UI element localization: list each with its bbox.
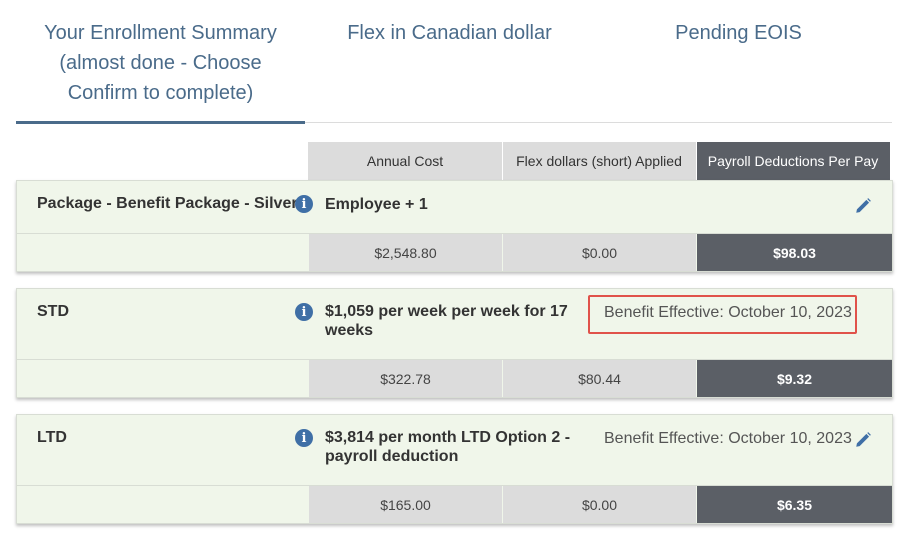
payroll-deduction-value: $98.03 — [697, 234, 892, 271]
active-tab-indicator — [16, 121, 305, 124]
annual-cost-value: $322.78 — [309, 360, 502, 397]
flex-applied-value: $0.00 — [503, 486, 696, 523]
payroll-deduction-value: $6.35 — [697, 486, 892, 523]
table-row: $322.78 $80.44 $9.32 — [17, 359, 892, 397]
tab-pending-eois[interactable]: Pending EOIS — [594, 18, 883, 48]
info-icon[interactable]: i — [295, 195, 313, 213]
benefit-description: $1,059 per week per week for 17 weeks — [325, 303, 568, 339]
tab-enrollment-summary[interactable]: Your Enrollment Summary (almost done - C… — [16, 18, 305, 108]
benefit-card-package: Package - Benefit Package - Silver i Emp… — [16, 180, 893, 272]
column-divider — [502, 142, 503, 180]
tab-bar: Your Enrollment Summary (almost done - C… — [16, 0, 892, 124]
benefit-card-ltd: LTD i $3,814 per month LTD Option 2 - pa… — [16, 414, 893, 524]
column-divider — [696, 142, 697, 180]
benefit-card-std: STD i $1,059 per week per week for 17 we… — [16, 288, 893, 398]
benefit-name: STD — [37, 303, 69, 320]
edit-pencil-icon[interactable] — [854, 197, 872, 215]
column-header-payroll: Payroll Deductions Per Pay — [696, 142, 890, 180]
tab-pending-eois-label: Pending EOIS — [675, 22, 802, 44]
column-header-annual-cost: Annual Cost — [308, 142, 502, 180]
benefit-effective-date: Benefit Effective: October 10, 2023 — [604, 430, 852, 447]
annual-cost-value: $2,548.80 — [309, 234, 502, 271]
payroll-deduction-value: $9.32 — [697, 360, 892, 397]
column-header-flex-applied: Flex dollars (short) Applied — [502, 142, 696, 180]
flex-applied-value: $0.00 — [503, 234, 696, 271]
tab-flex-canadian-dollar[interactable]: Flex in Canadian dollar — [305, 18, 594, 48]
tab-flex-label: Flex in Canadian dollar — [347, 22, 552, 44]
table-row: $2,548.80 $0.00 $98.03 — [17, 233, 892, 271]
benefit-description: Employee + 1 — [325, 196, 428, 213]
info-icon[interactable]: i — [295, 303, 313, 321]
flex-applied-value: $80.44 — [503, 360, 696, 397]
benefit-description: $3,814 per month LTD Option 2 - payroll … — [325, 429, 571, 465]
benefit-name: Package - Benefit Package - Silver — [37, 195, 298, 212]
tab-enrollment-summary-label: Your Enrollment Summary (almost done - C… — [44, 22, 277, 104]
annual-cost-value: $165.00 — [309, 486, 502, 523]
highlight-box — [588, 295, 857, 334]
benefit-name: LTD — [37, 429, 67, 446]
table-row: $165.00 $0.00 $6.35 — [17, 485, 892, 523]
info-icon[interactable]: i — [295, 429, 313, 447]
edit-pencil-icon[interactable] — [854, 431, 872, 449]
